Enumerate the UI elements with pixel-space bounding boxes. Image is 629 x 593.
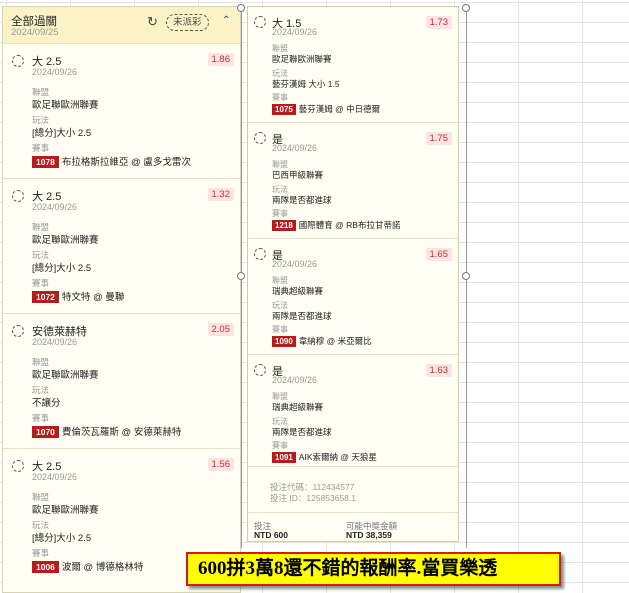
bet-id: 投注 ID：125853658.1	[270, 493, 356, 503]
bet-card[interactable]: 是 2024/09/26 1.75 聯盟 巴西甲級聯賽 玩法 兩隊是否都進球 賽…	[248, 123, 458, 239]
market-value: [總分]大小 2.5	[32, 128, 92, 139]
chevron-up-icon[interactable]: ⌃	[222, 15, 230, 26]
event-teams: 布拉格斯拉維亞 @ 盧多戈雷次	[61, 157, 191, 168]
event-teams: AIK索爾納 @ 天狼星	[298, 452, 377, 462]
bet-card[interactable]: 是 2024/09/26 1.65 聯盟 瑞典超級聯賽 玩法 兩隊是否都進球 賽…	[248, 239, 458, 355]
event-label: 賽事	[32, 143, 50, 153]
market-value: [總分]大小 2.5	[32, 263, 92, 274]
radio-circle-icon[interactable]	[254, 16, 266, 28]
odds-badge: 2.05	[207, 323, 234, 336]
odds-badge: 1.32	[207, 188, 234, 201]
bet-date: 2024/09/26	[32, 337, 78, 347]
resize-handle[interactable]	[237, 272, 245, 280]
resize-handle[interactable]	[462, 4, 470, 12]
radio-circle-icon[interactable]	[254, 132, 266, 144]
event-row: 1218 國際體育 @ RB布拉甘蒂諾	[272, 219, 400, 231]
parlay-panel-right: 大 1.5 2024/09/26 1.73 聯盟 歐足聯歐洲聯賽 玩法 藝芬漢姆…	[247, 6, 459, 542]
event-id-badge: 1006	[32, 561, 59, 573]
event-id-badge: 1090	[272, 336, 296, 347]
bet-card[interactable]: 大 2.5 2024/09/26 1.32 聯盟 歐足聯歐洲聯賽 玩法 [總分]…	[3, 179, 240, 314]
bet-card[interactable]: 大 1.5 2024/09/26 1.73 聯盟 歐足聯歐洲聯賽 玩法 藝芬漢姆…	[248, 7, 458, 123]
event-row: 1075 藝芬漢姆 @ 中日德爾	[272, 103, 380, 115]
parlay-date: 2024/09/25	[11, 27, 59, 38]
event-label: 賽事	[272, 209, 288, 218]
odds-badge: 1.63	[425, 364, 452, 377]
event-row: 1090 韋納穆 @ 米亞爾比	[272, 335, 372, 347]
event-row: 1070 費倫茨瓦羅斯 @ 安德萊赫特	[32, 424, 181, 438]
radio-circle-icon[interactable]	[12, 460, 24, 472]
event-teams: 藝芬漢姆 @ 中日德爾	[298, 104, 381, 114]
bet-card[interactable]: 是 2024/09/26 1.63 聯盟 瑞典超級聯賽 玩法 兩隊是否都進球 賽…	[248, 355, 458, 467]
market-value: 兩隊是否都進球	[272, 427, 332, 437]
league-value: 瑞典超級聯賽	[272, 286, 324, 296]
odds-badge: 1.86	[207, 53, 234, 66]
odds-badge: 1.73	[425, 16, 452, 29]
radio-circle-icon[interactable]	[12, 325, 24, 337]
resize-handle[interactable]	[462, 272, 470, 280]
bet-date: 2024/09/26	[272, 27, 318, 37]
radio-circle-icon[interactable]	[12, 55, 24, 67]
event-id-badge: 1072	[32, 291, 59, 303]
league-value: 巴西甲級聯賽	[272, 170, 324, 180]
event-label: 賽事	[272, 325, 288, 334]
event-id-badge: 1075	[272, 104, 296, 115]
bet-date: 2024/09/26	[272, 259, 318, 269]
league-value: 歐足聯歐洲聯賽	[272, 54, 332, 64]
league-value: 歐足聯歐洲聯賽	[32, 370, 99, 381]
event-teams: 韋納穆 @ 米亞爾比	[298, 336, 372, 346]
event-teams: 波爾 @ 博德格林特	[61, 562, 144, 573]
stake-value: NTD 600	[254, 530, 289, 540]
odds-badge: 1.65	[425, 248, 452, 261]
event-label: 賽事	[32, 548, 50, 558]
radio-circle-icon[interactable]	[254, 364, 266, 376]
bet-date: 2024/09/26	[32, 202, 78, 212]
odds-badge: 1.56	[207, 458, 234, 471]
caption-banner: 600拼3萬8還不錯的報酬率.當買樂透	[186, 552, 561, 586]
market-value: 藝芬漢姆 大小 1.5	[272, 79, 340, 89]
event-label: 賽事	[32, 413, 50, 423]
radio-circle-icon[interactable]	[12, 190, 24, 202]
status-pill[interactable]: 未派彩	[166, 14, 209, 31]
parlay-header: 全部過關 2024/09/25 ↻ 未派彩 ⌃	[3, 7, 240, 44]
event-teams: 費倫茨瓦羅斯 @ 安德萊赫特	[61, 427, 182, 438]
bet-date: 2024/09/26	[32, 67, 78, 77]
market-value: 兩隊是否都進球	[272, 195, 332, 205]
event-teams: 國際體育 @ RB布拉甘蒂諾	[298, 220, 401, 230]
bet-date: 2024/09/26	[272, 143, 318, 153]
league-value: 瑞典超級聯賽	[272, 402, 324, 412]
bet-card[interactable]: 大 2.5 2024/09/26 1.86 聯盟 歐足聯歐洲聯賽 玩法 [總分]…	[3, 44, 240, 179]
bet-card[interactable]: 安德萊赫特 2024/09/26 2.05 聯盟 歐足聯歐洲聯賽 玩法 不讓分 …	[3, 314, 240, 449]
event-id-badge: 1218	[272, 220, 296, 231]
event-id-badge: 1091	[272, 452, 296, 463]
refresh-icon[interactable]: ↻	[147, 14, 158, 30]
footer-divider	[248, 512, 458, 513]
event-label: 賽事	[272, 441, 288, 450]
odds-badge: 1.75	[425, 132, 452, 145]
parlay-panel-left: 全部過關 2024/09/25 ↻ 未派彩 ⌃ 大 2.5 2024/09/26…	[2, 6, 241, 593]
event-label: 賽事	[32, 278, 50, 288]
event-row: 1006 波爾 @ 博德格林特	[32, 559, 143, 573]
event-row: 1091 AIK索爾納 @ 天狼星	[272, 451, 377, 463]
league-value: 歐足聯歐洲聯賽	[32, 505, 99, 516]
event-row: 1078 布拉格斯拉維亞 @ 盧多戈雷次	[32, 154, 191, 168]
event-id-badge: 1070	[32, 426, 59, 438]
market-value: [總分]大小 2.5	[32, 533, 92, 544]
resize-handle[interactable]	[237, 4, 245, 12]
event-id-badge: 1078	[32, 156, 59, 168]
league-value: 歐足聯歐洲聯賽	[32, 100, 99, 111]
event-label: 賽事	[272, 93, 288, 102]
payout-value: NTD 38,359	[346, 530, 392, 540]
market-value: 不讓分	[32, 398, 61, 409]
bet-date: 2024/09/26	[32, 472, 78, 482]
event-teams: 特文特 @ 曼聯	[61, 292, 125, 303]
radio-circle-icon[interactable]	[254, 248, 266, 260]
bet-date: 2024/09/26	[272, 375, 318, 385]
market-value: 兩隊是否都進球	[272, 311, 332, 321]
league-value: 歐足聯歐洲聯賽	[32, 235, 99, 246]
event-row: 1072 特文特 @ 曼聯	[32, 289, 124, 303]
